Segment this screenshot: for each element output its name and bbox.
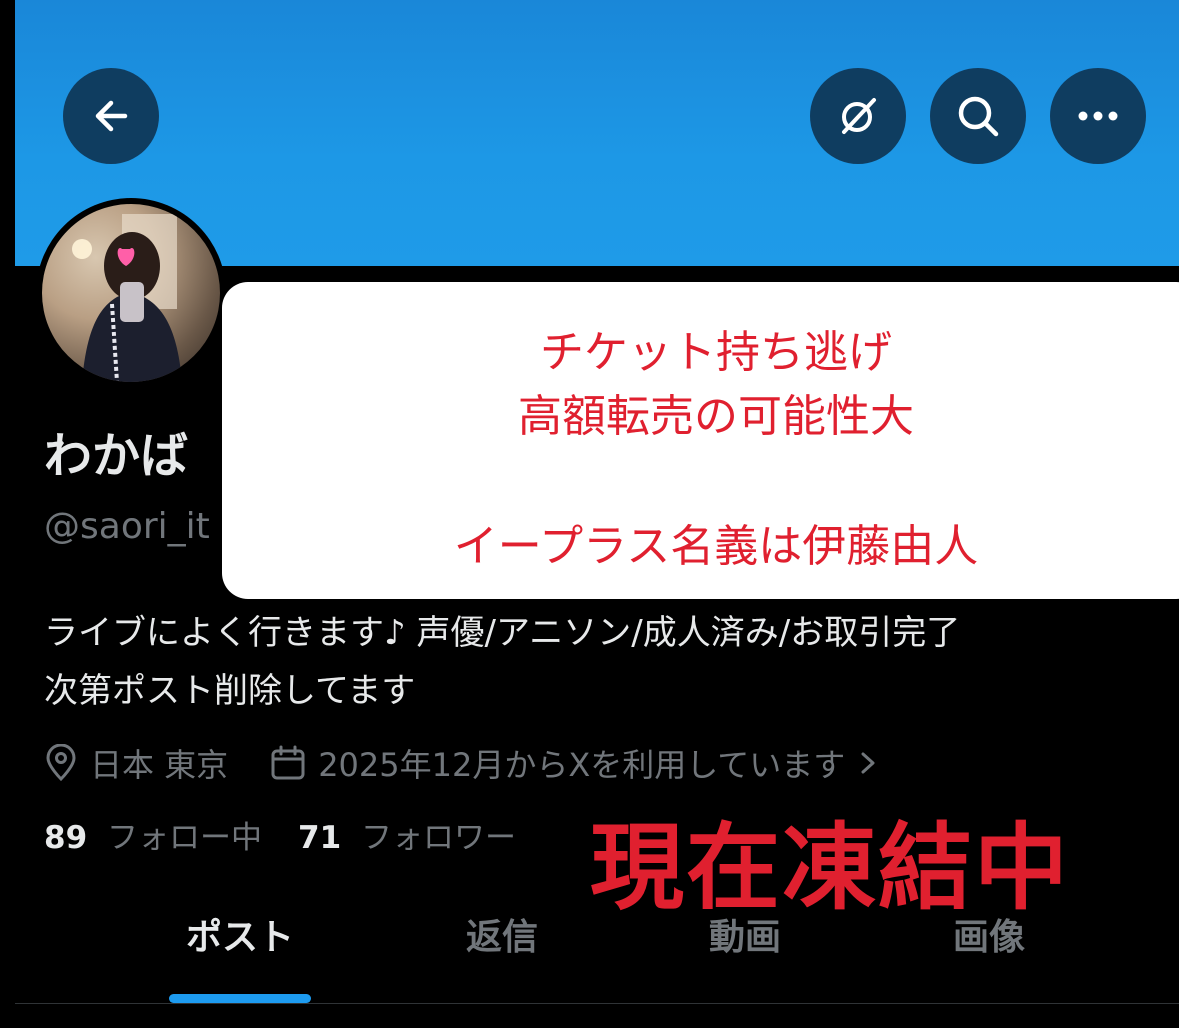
bio: ライブによく行きます♪ 声優/アニソン/成人済み/お取引完了 次第ポスト削除して… — [44, 604, 1154, 720]
following-link[interactable]: 89 フォロー中 — [44, 812, 262, 857]
avatar-photo — [42, 204, 220, 382]
join-date[interactable]: 2025年12月からXを利用しています — [270, 740, 879, 786]
display-name: わかば — [44, 428, 189, 484]
followers-label: フォロワー — [361, 820, 516, 856]
tab-replies[interactable]: 返信 — [422, 908, 582, 960]
location: 日本 東京 — [44, 740, 228, 786]
overlay-card: チケット持ち逃げ 高額転売の可能性大 イープラス名義は伊藤由人 — [222, 282, 1179, 599]
chevron-right-icon — [861, 752, 875, 774]
overlay-line-3: イープラス名義は伊藤由人 — [453, 521, 979, 572]
following-count: 89 — [44, 820, 88, 856]
bio-line: ライブによく行きます♪ 声優/アニソン/成人済み/お取引完了 — [44, 613, 961, 653]
grok-icon — [842, 98, 876, 134]
bio-line: 次第ポスト削除してます — [44, 671, 416, 711]
join-date-text: 2025年12月からXを利用しています — [318, 746, 846, 784]
calendar-icon — [271, 745, 305, 780]
tab-divider — [15, 1003, 1179, 1004]
location-pin-icon — [46, 744, 76, 782]
grok-button[interactable] — [810, 68, 906, 164]
handle: @saori_it — [44, 506, 210, 547]
search-icon — [958, 96, 999, 137]
tab-images[interactable]: 画像 — [909, 908, 1069, 960]
more-icon — [1078, 111, 1118, 121]
search-button[interactable] — [930, 68, 1026, 164]
follow-stats: 89 フォロー中 71 フォロワー — [44, 812, 516, 857]
active-tab-indicator — [169, 994, 311, 1003]
overlay-line-2: 高額転売の可能性大 — [518, 391, 914, 442]
back-button[interactable] — [63, 68, 159, 164]
overlay-line-1: チケット持ち逃げ — [540, 327, 892, 378]
location-text: 日本 東京 — [90, 746, 229, 784]
followers-count: 71 — [298, 820, 342, 856]
profile-meta: 日本 東京 2025年12月からXを利用しています — [44, 740, 879, 786]
more-button[interactable] — [1050, 68, 1146, 164]
following-label: フォロー中 — [107, 820, 262, 856]
tab-videos[interactable]: 動画 — [665, 908, 825, 960]
tab-posts[interactable]: ポスト — [160, 908, 320, 960]
followers-link[interactable]: 71 フォロワー — [298, 812, 516, 857]
arrow-left-icon — [95, 100, 128, 132]
avatar[interactable] — [36, 198, 226, 388]
